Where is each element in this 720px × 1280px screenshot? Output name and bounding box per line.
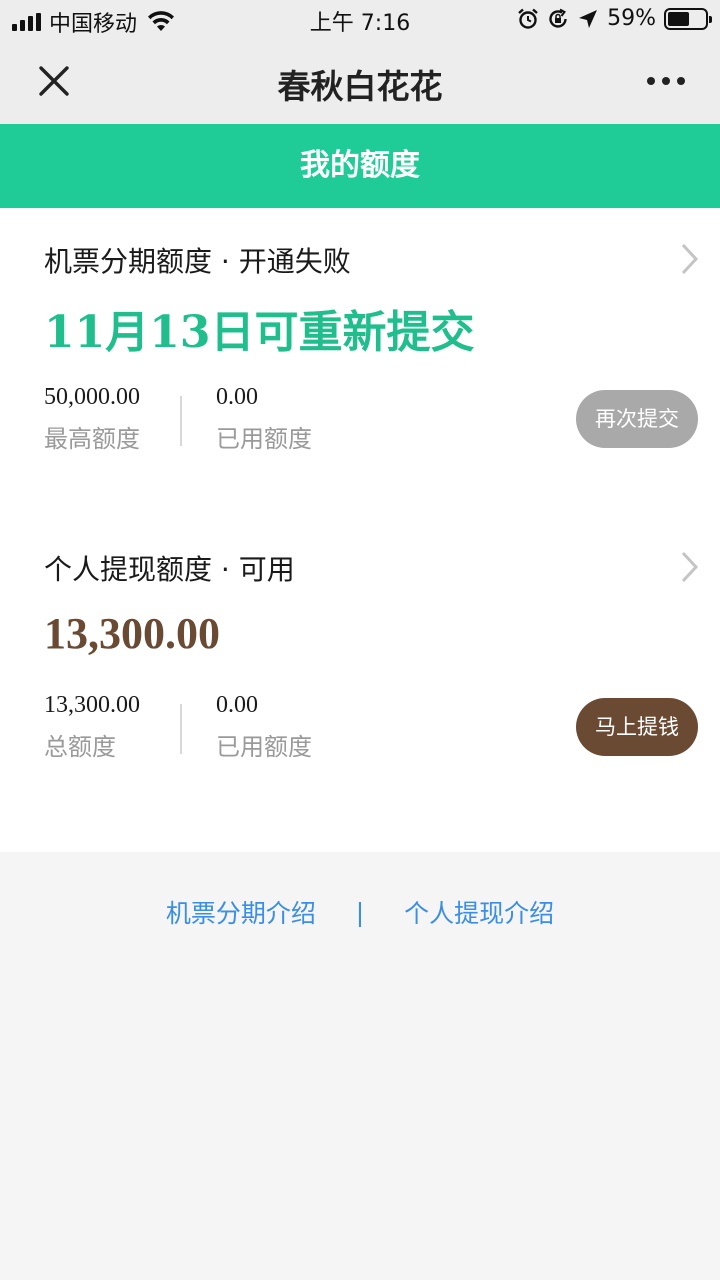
card-title: 个人提现额度 · 可用	[44, 553, 295, 586]
stat-label: 总额度	[44, 733, 116, 761]
stat-used-quota: 0.00 已用额度	[216, 692, 312, 762]
flight-installment-intro-link[interactable]: 机票分期介绍	[166, 894, 316, 930]
card-personal-withdraw[interactable]: 个人提现额度 · 可用 13,300.00 13,300.00 总额度 0.00…	[0, 516, 720, 816]
alarm-icon	[518, 8, 538, 29]
rotation-lock-icon	[549, 8, 567, 28]
more-icon[interactable]	[642, 65, 690, 97]
stat-value: 13,300.00	[44, 692, 140, 718]
stat-total-quota: 13,300.00 总额度	[44, 692, 140, 762]
quota-list: 机票分期额度 · 开通失败 11月13日可重新提交 50,000.00 最高额度…	[0, 208, 720, 852]
battery-percent: 59%	[607, 6, 656, 31]
stat-max-quota: 50,000.00 最高额度	[44, 384, 140, 454]
withdraw-now-button[interactable]: 马上提钱	[576, 698, 698, 756]
footer-links: 机票分期介绍 | 个人提现介绍	[0, 894, 720, 930]
link-separator: |	[355, 897, 365, 927]
title-bar: 春秋白花花	[0, 38, 720, 124]
resubmit-date: 11月13日可重新提交	[44, 307, 475, 358]
available-amount: 13,300.00	[44, 609, 220, 658]
stat-label: 已用额度	[216, 425, 312, 453]
chevron-right-icon[interactable]	[680, 242, 700, 276]
stat-value: 50,000.00	[44, 384, 140, 410]
divider	[180, 396, 182, 446]
page-title: 春秋白花花	[277, 67, 443, 106]
chevron-right-icon[interactable]	[680, 550, 700, 584]
section-header: 我的额度	[0, 124, 720, 208]
resubmit-button[interactable]: 再次提交	[576, 390, 698, 448]
card-flight-installment[interactable]: 机票分期额度 · 开通失败 11月13日可重新提交 50,000.00 最高额度…	[0, 208, 720, 508]
divider	[180, 704, 182, 754]
stat-used-quota: 0.00 已用额度	[216, 384, 312, 454]
stat-value: 0.00	[216, 692, 258, 718]
card-title: 机票分期额度 · 开通失败	[44, 245, 351, 278]
stat-label: 最高额度	[44, 425, 140, 453]
battery-fill	[668, 11, 690, 26]
status-bar: 中国移动 上午 7:16 59%	[0, 0, 720, 38]
stat-value: 0.00	[216, 384, 258, 410]
location-icon	[579, 9, 598, 28]
stat-label: 已用额度	[216, 733, 312, 761]
battery-icon	[664, 7, 712, 30]
personal-withdraw-intro-link[interactable]: 个人提现介绍	[404, 894, 554, 930]
status-right: 59%	[517, 6, 712, 31]
